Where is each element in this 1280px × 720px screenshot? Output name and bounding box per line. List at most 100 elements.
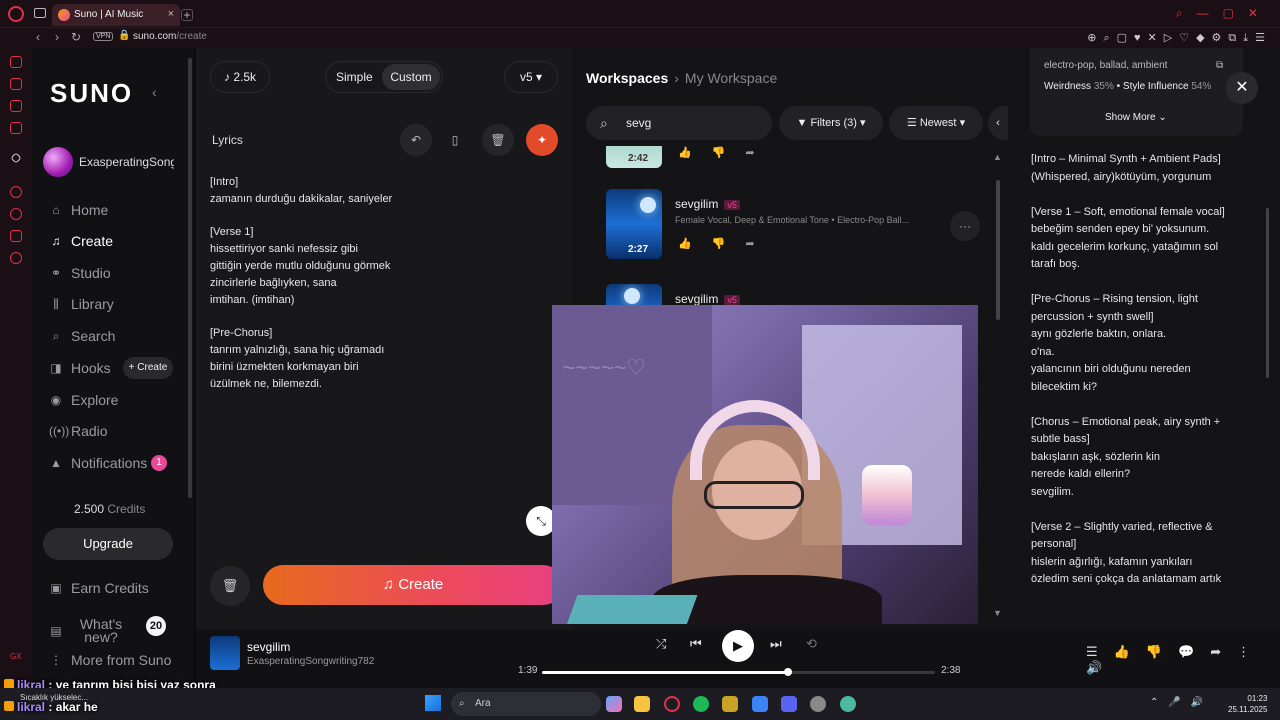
delete-draft-button[interactable]: 🗑 bbox=[210, 566, 250, 606]
sidebar-item-home[interactable]: ⌂ Home bbox=[49, 200, 108, 220]
previous-icon[interactable]: ⏮ bbox=[690, 636, 702, 652]
sidebar-item-hooks[interactable]: ◨ Hooks bbox=[49, 358, 110, 378]
extensions-toolbar[interactable]: ⊕⌕▢♥✕▷♡◆⚙⧉⤓☰ bbox=[1087, 31, 1272, 45]
sort-button[interactable]: ☰ Newest ▾ bbox=[889, 106, 983, 140]
breadcrumb-workspaces[interactable]: Workspaces bbox=[586, 70, 668, 86]
create-button[interactable]: ♫ Create bbox=[263, 565, 563, 605]
mode-simple-tab[interactable]: Simple bbox=[336, 62, 373, 92]
lock-icon[interactable]: 🔒 bbox=[118, 30, 130, 41]
collapse-sidebar-icon[interactable]: ‹ bbox=[152, 84, 157, 100]
browser-tab[interactable]: Suno | AI Music × bbox=[52, 4, 180, 26]
bookmark-button[interactable]: ▯ bbox=[439, 124, 471, 156]
thumbs-up-icon[interactable]: 👍 bbox=[678, 238, 712, 250]
sidebar-app-icon[interactable] bbox=[10, 78, 22, 90]
scroll-down-icon[interactable]: ▼ bbox=[993, 608, 1002, 618]
taskbar-search[interactable]: ⌕ Ara bbox=[451, 692, 601, 716]
sidebar-item-notifications[interactable]: ▲ Notifications bbox=[49, 453, 147, 473]
window-controls[interactable]: ⌕—▢✕ bbox=[1176, 6, 1272, 21]
clock[interactable]: 01:23 25.11.2025 bbox=[1228, 693, 1267, 715]
new-tab-button[interactable]: + bbox=[181, 9, 193, 21]
now-playing-artist[interactable]: ExasperatingSongwriting782 bbox=[247, 656, 374, 667]
sidebar-scrollbar[interactable] bbox=[188, 58, 192, 498]
thumbs-down-icon[interactable]: 👎 bbox=[712, 238, 746, 250]
vpn-badge[interactable]: VPN bbox=[93, 32, 114, 41]
url-field[interactable]: suno.com/create bbox=[133, 31, 207, 42]
model-select[interactable]: v5 ▾ bbox=[504, 61, 558, 93]
extensions-icon[interactable] bbox=[10, 230, 22, 242]
comment-icon[interactable]: 💬 bbox=[1178, 644, 1210, 659]
hooks-create-button[interactable]: + Create bbox=[123, 357, 173, 379]
close-button[interactable]: ✕ bbox=[1226, 72, 1258, 104]
username[interactable]: ExasperatingSongwriting782 bbox=[79, 155, 174, 169]
sidebar-item-search[interactable]: ⌕ Search bbox=[49, 326, 116, 346]
sidebar-item-explore[interactable]: ◉ Explore bbox=[49, 390, 119, 410]
credits-pill[interactable]: ♪ 2.5k bbox=[210, 61, 270, 93]
song-title[interactable]: sevgilim v5 bbox=[675, 292, 740, 306]
thumbs-down-icon[interactable]: 👎 bbox=[1146, 644, 1178, 659]
volume-icon[interactable]: 🔊 bbox=[1086, 660, 1118, 675]
app-icon[interactable] bbox=[752, 696, 768, 712]
now-playing-title[interactable]: sevgilim bbox=[247, 640, 290, 654]
sidebar-item-radio[interactable]: ((•)) Radio bbox=[49, 421, 108, 441]
clear-lyrics-button[interactable]: 🗑 bbox=[482, 124, 514, 156]
copilot-icon[interactable] bbox=[606, 696, 622, 712]
queue-icon[interactable]: ☰ bbox=[1086, 644, 1114, 659]
upgrade-button[interactable]: Upgrade bbox=[43, 528, 173, 560]
discord-icon[interactable] bbox=[781, 696, 797, 712]
sidebar-item-create[interactable]: ♫ Create bbox=[49, 231, 114, 251]
share-icon[interactable]: ➦ bbox=[745, 238, 774, 250]
list-item[interactable]: 2:27 sevgilim v5 Female Vocal, Deep & Emo… bbox=[572, 189, 992, 269]
app-icon[interactable] bbox=[810, 696, 826, 712]
forward-icon[interactable]: › bbox=[55, 30, 59, 44]
back-icon[interactable]: ‹ bbox=[36, 30, 40, 44]
sidebar-app-icon[interactable] bbox=[10, 100, 22, 112]
gx-icon[interactable]: GX bbox=[10, 652, 22, 661]
song-actions[interactable]: 👍👎➦ bbox=[678, 146, 775, 159]
progress-slider[interactable] bbox=[542, 668, 935, 676]
sidebar-item-studio[interactable]: ⚭ Studio bbox=[49, 263, 111, 283]
progress-handle[interactable] bbox=[784, 668, 793, 676]
suno-logo[interactable]: SUNO bbox=[50, 78, 133, 109]
show-more-button[interactable]: Show More ⌄ bbox=[1105, 112, 1167, 123]
thumbs-up-icon[interactable]: 👍 bbox=[1114, 644, 1146, 659]
song-title[interactable]: sevgilim v5 bbox=[675, 197, 740, 211]
scroll-left-button[interactable]: ‹ bbox=[988, 106, 1008, 140]
more-options-button[interactable]: ··· bbox=[950, 211, 980, 241]
more-vertical-icon[interactable]: ⋮ bbox=[1237, 644, 1266, 659]
whats-new-link[interactable]: ▤ What's new? bbox=[49, 616, 131, 646]
app-icon[interactable] bbox=[840, 696, 856, 712]
app-icon[interactable] bbox=[722, 696, 738, 712]
play-button[interactable]: ▶ bbox=[722, 630, 754, 662]
sidebar-app-icon[interactable] bbox=[10, 56, 22, 68]
opera-gx-icon[interactable] bbox=[664, 696, 680, 712]
windows-start-icon[interactable] bbox=[425, 695, 441, 711]
lyrics-textarea[interactable]: [Intro] zamanın durduğu dakikalar, saniye… bbox=[210, 174, 550, 392]
settings-icon[interactable] bbox=[10, 252, 22, 264]
details-scrollbar[interactable] bbox=[1266, 208, 1269, 378]
sidebar-app-icon[interactable] bbox=[10, 122, 22, 134]
filters-button[interactable]: ▼ Filters (3) ▾ bbox=[779, 106, 883, 140]
scroll-up-icon[interactable]: ▲ bbox=[993, 152, 1002, 162]
song-actions[interactable]: 👍👎➦ bbox=[678, 237, 775, 250]
share-icon[interactable]: ➦ bbox=[1210, 644, 1237, 659]
history-icon[interactable] bbox=[10, 208, 22, 220]
undo-button[interactable]: ↶ bbox=[400, 124, 432, 156]
opera-logo-icon[interactable] bbox=[8, 6, 24, 22]
aria-icon[interactable] bbox=[10, 152, 22, 164]
repeat-icon[interactable]: ⟲ bbox=[806, 636, 817, 652]
workspace-scrollbar[interactable] bbox=[996, 180, 1000, 320]
mode-custom-tab[interactable]: Custom bbox=[382, 64, 440, 90]
next-icon[interactable]: ⏭ bbox=[770, 636, 782, 652]
shuffle-icon[interactable]: ⤮ bbox=[656, 636, 666, 652]
list-item[interactable]: 2:42 👍👎➦ bbox=[572, 146, 992, 168]
close-tab-icon[interactable]: × bbox=[168, 8, 174, 20]
now-playing-cover[interactable] bbox=[210, 636, 240, 670]
earn-credits-link[interactable]: ▣ Earn Credits bbox=[49, 578, 148, 598]
generate-lyrics-button[interactable]: ✦ bbox=[526, 124, 558, 156]
workspaces-icon[interactable] bbox=[34, 8, 46, 18]
avatar[interactable] bbox=[43, 147, 73, 177]
sidebar-item-library[interactable]: ⫼ Library bbox=[49, 294, 114, 314]
system-tray[interactable]: ⌃🎤🔊 bbox=[1150, 697, 1213, 708]
search-input[interactable]: ⌕ sevg bbox=[586, 106, 772, 140]
spotify-icon[interactable] bbox=[693, 696, 709, 712]
